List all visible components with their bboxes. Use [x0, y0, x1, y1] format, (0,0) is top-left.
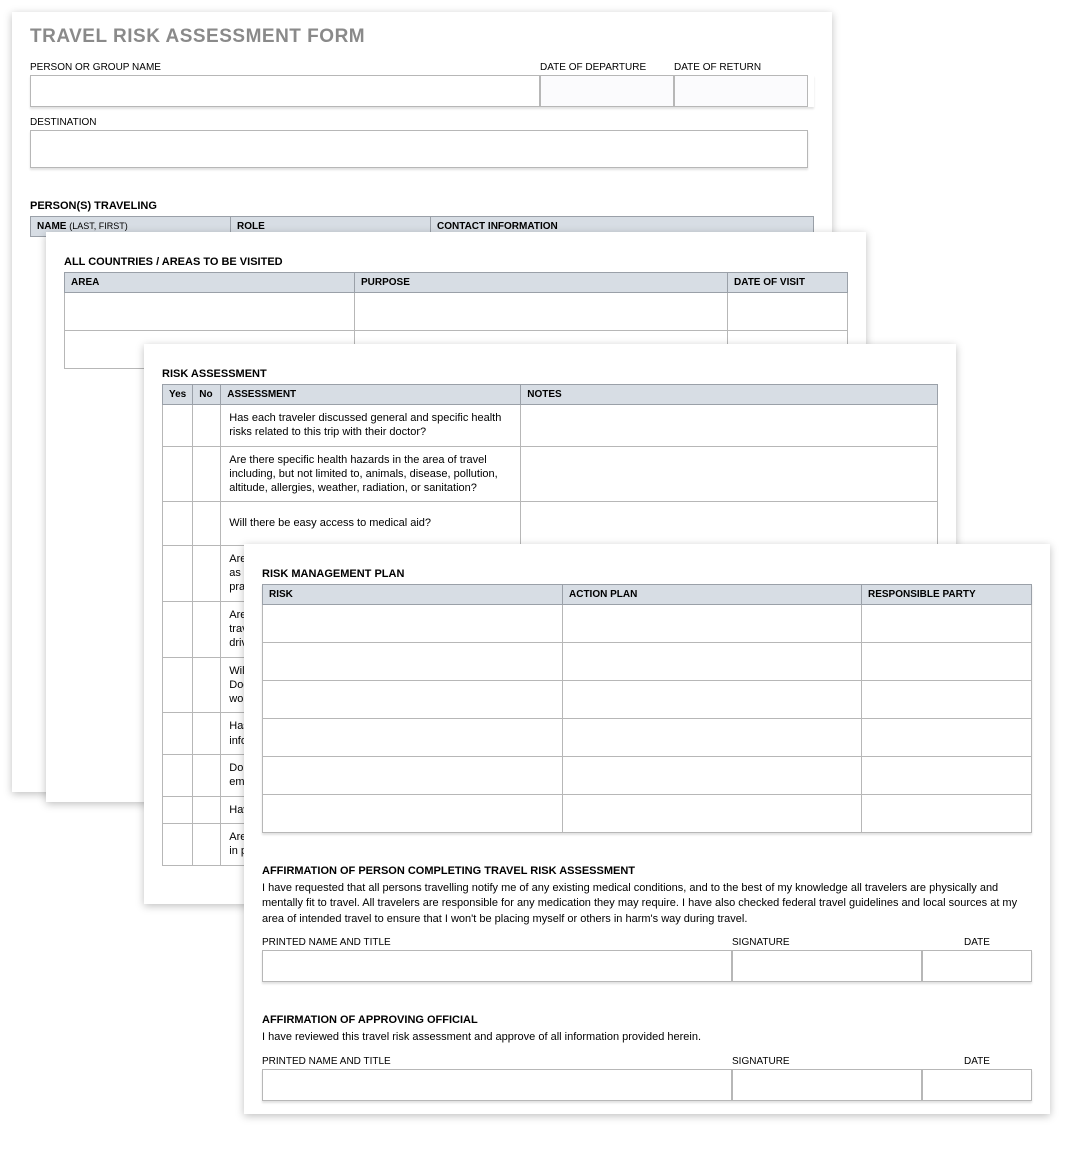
- table-row[interactable]: [862, 757, 1032, 795]
- input-date[interactable]: [922, 1069, 1032, 1101]
- affirm2-text: I have reviewed this travel risk assessm…: [262, 1030, 1032, 1045]
- input-return[interactable]: [674, 75, 808, 107]
- cell-no[interactable]: [193, 796, 221, 823]
- col-notes: NOTES: [521, 385, 938, 405]
- label-signature: SIGNATURE: [732, 937, 922, 948]
- table-row[interactable]: [862, 681, 1032, 719]
- assessment-text: Are there specific health hazards in the…: [221, 446, 521, 502]
- cell-notes[interactable]: [521, 502, 938, 545]
- table-row[interactable]: [862, 795, 1032, 833]
- cell-notes[interactable]: [521, 405, 938, 447]
- col-risk: RISK: [263, 585, 563, 605]
- table-row[interactable]: [263, 681, 563, 719]
- label-destination: DESTINATION: [30, 117, 814, 128]
- cell-yes[interactable]: [163, 713, 193, 755]
- table-row[interactable]: [263, 719, 563, 757]
- col-name: NAME: [37, 221, 66, 232]
- cell-no[interactable]: [193, 502, 221, 545]
- label-date: DATE: [922, 937, 1032, 948]
- cell-yes[interactable]: [163, 796, 193, 823]
- table-row[interactable]: [563, 605, 862, 643]
- cell-no[interactable]: [193, 601, 221, 657]
- label-printed-name: PRINTED NAME AND TITLE: [262, 937, 732, 948]
- cell-yes[interactable]: [163, 755, 193, 797]
- col-area: AREA: [65, 273, 355, 293]
- assessment-text: Has each traveler discussed general and …: [221, 405, 521, 447]
- label-return: DATE OF RETURN: [674, 62, 808, 73]
- cell-no[interactable]: [193, 405, 221, 447]
- assessment-heading: RISK ASSESSMENT: [162, 368, 938, 380]
- input-destination[interactable]: [30, 130, 808, 168]
- table-row[interactable]: [263, 795, 563, 833]
- table-row[interactable]: [563, 719, 862, 757]
- col-action: ACTION PLAN: [563, 585, 862, 605]
- col-party: RESPONSIBLE PARTY: [862, 585, 1032, 605]
- form-page-4: RISK MANAGEMENT PLAN RISK ACTION PLAN RE…: [244, 544, 1050, 1114]
- cell-no[interactable]: [193, 823, 221, 865]
- table-row[interactable]: [65, 293, 355, 331]
- table-row[interactable]: [563, 681, 862, 719]
- cell-yes[interactable]: [163, 823, 193, 865]
- label-signature: SIGNATURE: [732, 1056, 922, 1067]
- cell-yes[interactable]: [163, 545, 193, 601]
- label-date: DATE: [922, 1056, 1032, 1067]
- col-name-hint: (LAST, FIRST): [69, 221, 128, 231]
- affirm2-heading: AFFIRMATION OF APPROVING OFFICIAL: [262, 1014, 1032, 1026]
- table-row[interactable]: [355, 293, 728, 331]
- label-departure: DATE OF DEPARTURE: [540, 62, 674, 73]
- col-no: No: [193, 385, 221, 405]
- plan-table: RISK ACTION PLAN RESPONSIBLE PARTY: [262, 584, 1032, 833]
- cell-yes[interactable]: [163, 405, 193, 447]
- cell-yes[interactable]: [163, 446, 193, 502]
- persons-heading: PERSON(S) TRAVELING: [30, 200, 814, 212]
- cell-no[interactable]: [193, 545, 221, 601]
- cell-no[interactable]: [193, 755, 221, 797]
- affirm1-heading: AFFIRMATION OF PERSON COMPLETING TRAVEL …: [262, 865, 1032, 877]
- input-signature[interactable]: [732, 950, 922, 982]
- affirm1-text: I have requested that all persons travel…: [262, 881, 1032, 927]
- col-yes: Yes: [163, 385, 193, 405]
- col-visit: DATE OF VISIT: [728, 273, 848, 293]
- label-printed-name: PRINTED NAME AND TITLE: [262, 1056, 732, 1067]
- col-assessment: ASSESSMENT: [221, 385, 521, 405]
- input-date[interactable]: [922, 950, 1032, 982]
- table-row[interactable]: [862, 605, 1032, 643]
- input-signature[interactable]: [732, 1069, 922, 1101]
- table-row[interactable]: [728, 293, 848, 331]
- cell-yes[interactable]: [163, 657, 193, 713]
- form-title: TRAVEL RISK ASSESSMENT FORM: [30, 26, 814, 48]
- table-row[interactable]: [862, 643, 1032, 681]
- table-row[interactable]: [563, 643, 862, 681]
- input-printed-name[interactable]: [262, 1069, 732, 1101]
- cell-no[interactable]: [193, 713, 221, 755]
- label-name: PERSON OR GROUP NAME: [30, 62, 540, 73]
- col-purpose: PURPOSE: [355, 273, 728, 293]
- table-row[interactable]: [862, 719, 1032, 757]
- cell-notes[interactable]: [521, 446, 938, 502]
- cell-no[interactable]: [193, 446, 221, 502]
- assessment-text: Will there be easy access to medical aid…: [221, 502, 521, 545]
- cell-yes[interactable]: [163, 502, 193, 545]
- table-row[interactable]: [563, 795, 862, 833]
- table-row[interactable]: [263, 605, 563, 643]
- table-row[interactable]: [563, 757, 862, 795]
- input-name[interactable]: [30, 75, 540, 107]
- cell-no[interactable]: [193, 657, 221, 713]
- countries-heading: ALL COUNTRIES / AREAS TO BE VISITED: [64, 256, 848, 268]
- input-printed-name[interactable]: [262, 950, 732, 982]
- input-departure[interactable]: [540, 75, 674, 107]
- plan-heading: RISK MANAGEMENT PLAN: [262, 568, 1032, 580]
- cell-yes[interactable]: [163, 601, 193, 657]
- table-row[interactable]: [263, 757, 563, 795]
- table-row[interactable]: [263, 643, 563, 681]
